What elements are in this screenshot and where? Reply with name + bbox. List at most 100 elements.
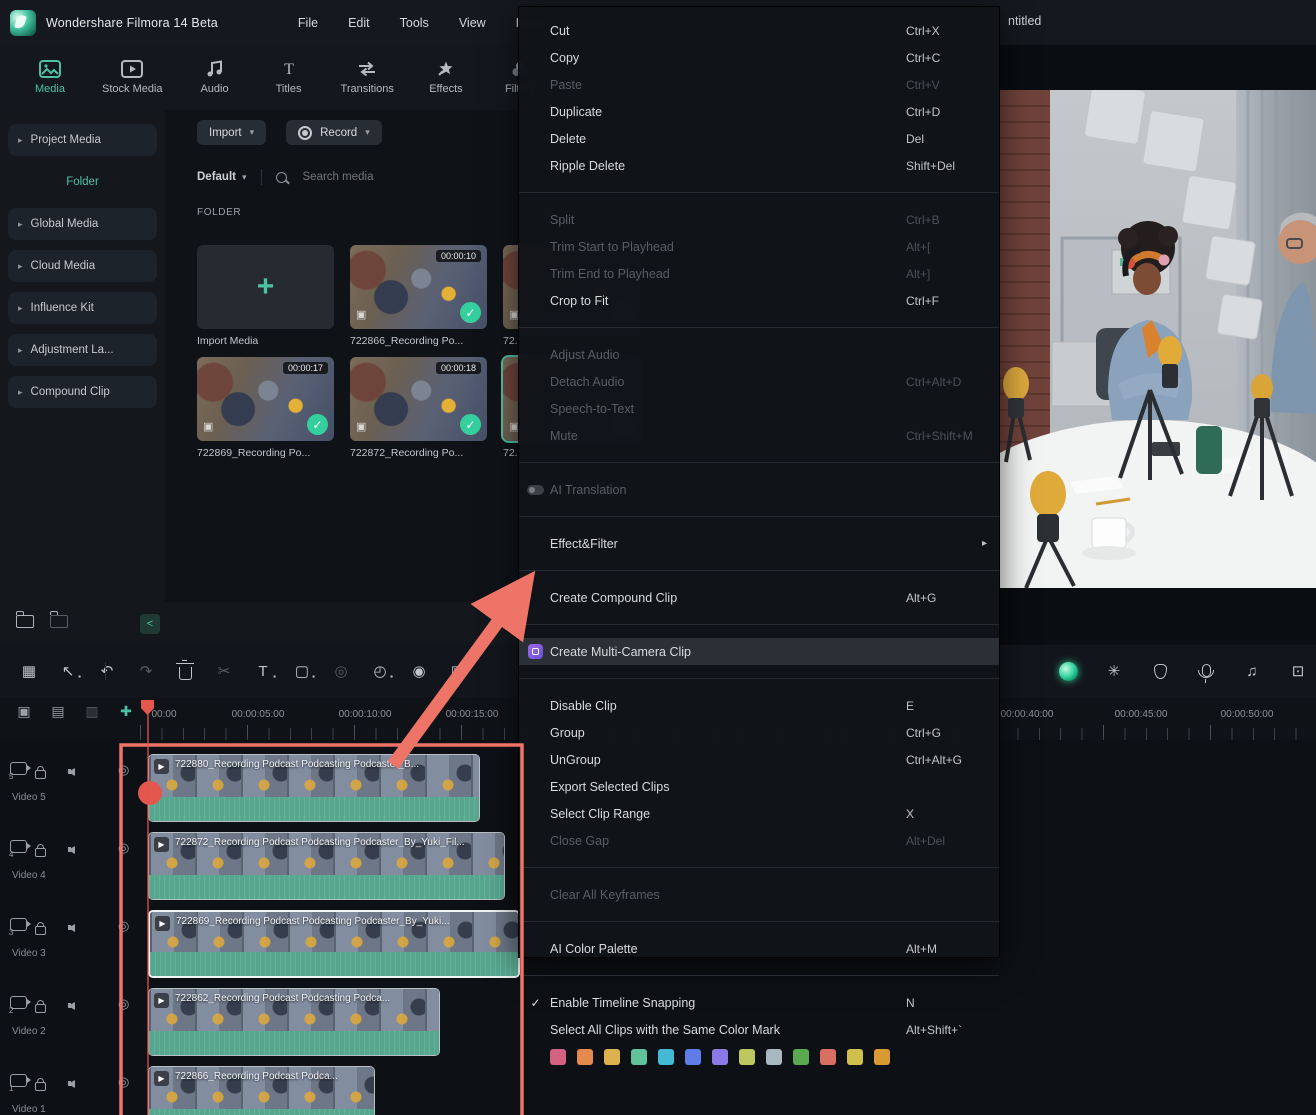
collapse-sidebar-button[interactable]: < [140,614,160,634]
menubar-item[interactable]: Tools [388,12,441,34]
menu-item-mute[interactable]: Mute Ctrl+Shift+M [519,422,999,449]
menu-item[interactable] [519,975,999,976]
speaker-icon[interactable] [68,846,75,854]
menu-item-disable-clip[interactable]: Disable Clip E [519,692,999,719]
menu-item-speech-to-text[interactable]: Speech-to-Text [519,395,999,422]
track-visibility-toggle[interactable]: ◎ [118,1074,129,1090]
menu-item-split[interactable]: Split Ctrl+B [519,206,999,233]
menubar-item[interactable]: Edit [336,12,382,34]
tab-media[interactable]: Media [28,60,72,95]
voice-icon[interactable] [1196,666,1216,677]
tab-effects[interactable]: Effects [424,60,468,95]
timeline-clip[interactable]: ▶ 722866_Recording Podcast Podca... [148,1066,375,1115]
menu-item-cut[interactable]: Cut Ctrl+X [519,17,999,44]
menu-item[interactable] [519,516,999,517]
lock-icon[interactable] [35,1082,46,1091]
redo-icon[interactable]: ↷ [136,662,156,680]
tab-titles[interactable]: T Titles [267,60,311,95]
menu-item-ai-translation[interactable]: AI Translation [519,476,999,503]
export-frame-icon[interactable]: ⊡ [1288,662,1308,680]
timeline-clip[interactable]: ▶ 722862_Recording Podcast Podcasting Po… [148,988,440,1056]
sidebar-item-compound-clip[interactable]: ▸ Compound Clip [8,376,157,408]
speaker-icon[interactable] [68,1080,75,1088]
menu-item-select-clip-range[interactable]: Select Clip Range X [519,800,999,827]
menu-item-select-all-clips-with-the-same-color-mark[interactable]: Select All Clips with the Same Color Mar… [519,1016,999,1043]
menu-item[interactable] [519,570,999,571]
link-clips-icon[interactable]: ▤ [48,703,68,720]
menu-item-trim-end-to-playhead[interactable]: Trim End to Playhead Alt+] [519,260,999,287]
menu-item-create-multi-camera-clip[interactable]: Create Multi-Camera Clip [519,638,999,665]
color-mark-swatch[interactable] [847,1049,863,1065]
timeline-clip[interactable]: ▶ 722869_Recording Podcast Podcasting Po… [148,910,520,978]
delete-icon[interactable] [175,663,195,680]
audio-music-icon[interactable]: ♫ [1242,663,1262,680]
lock-icon[interactable] [35,770,46,779]
track-visibility-toggle[interactable]: ◎ [118,918,129,934]
speed-icon[interactable]: ◴ ▪ [370,662,390,680]
sidebar-item-project-media[interactable]: ▸ Project Media [8,124,157,156]
sidebar-item-influence-kit[interactable]: ▸ Influence Kit [8,292,157,324]
new-folder-button[interactable] [16,615,34,633]
color-mark-swatch[interactable] [658,1049,674,1065]
menu-item[interactable] [519,327,999,328]
color-mark-swatch[interactable] [766,1049,782,1065]
lock-icon[interactable] [35,848,46,857]
media-filter-dropdown[interactable]: Default ▾ [197,171,247,183]
text-tool-icon[interactable]: T ▪ [253,663,273,680]
speaker-icon[interactable] [68,924,75,932]
tab-stock-media[interactable]: Stock Media [102,60,163,95]
undo-icon[interactable]: ↶ [97,662,117,680]
render-preview-icon[interactable]: ✳ [1104,662,1124,680]
chroma-key-icon[interactable]: ◎ [331,662,351,680]
color-mark-swatch[interactable] [739,1049,755,1065]
speaker-icon[interactable] [68,768,75,776]
track-visibility-toggle[interactable]: ◎ [118,840,129,856]
color-mark-swatch[interactable] [685,1049,701,1065]
split-scissors-icon[interactable]: ✂ [214,662,234,680]
color-mark-swatch[interactable] [550,1049,566,1065]
menu-item-adjust-audio[interactable]: Adjust Audio [519,341,999,368]
menu-item-ai-color-palette[interactable]: AI Color Palette Alt+M [519,935,999,962]
menu-item-ungroup[interactable]: UnGroup Ctrl+Alt+G [519,746,999,773]
media-item[interactable]: ▣ 00:00:10 ✓ 722866_Recording Po... [350,245,487,357]
menu-item-close-gap[interactable]: Close Gap Alt+Del [519,827,999,854]
color-mark-swatch[interactable] [577,1049,593,1065]
media-item[interactable]: ▣ 00:00:17 ✓ 722869_Recording Po... [197,357,334,469]
search-input[interactable] [301,170,505,184]
menubar-item[interactable]: View [447,12,498,34]
timeline-clip[interactable]: ▶ 722880_Recording Podcast Podcasting Po… [148,754,480,822]
lock-icon[interactable] [35,1004,46,1013]
lock-icon[interactable] [35,926,46,935]
color-mark-swatch[interactable] [820,1049,836,1065]
menu-item[interactable] [519,462,999,463]
crop-icon[interactable]: ▢ ▪ [292,662,312,680]
menu-item-effect-filter[interactable]: Effect&Filter ▸ [519,530,999,557]
menu-item-create-compound-clip[interactable]: Create Compound Clip Alt+G [519,584,999,611]
menu-item-copy[interactable]: Copy Ctrl+C [519,44,999,71]
duplicate-frames-icon[interactable]: ▣ [14,703,34,720]
menu-item-trim-start-to-playhead[interactable]: Trim Start to Playhead Alt+[ [519,233,999,260]
mask-icon[interactable] [1150,664,1170,679]
color-mark-swatch[interactable] [631,1049,647,1065]
menu-item-clear-all-keyframes[interactable]: Clear All Keyframes [519,881,999,908]
menu-item-group[interactable]: Group Ctrl+G [519,719,999,746]
merge-clips-icon[interactable]: ▥ [82,703,102,720]
color-mark-swatch[interactable] [793,1049,809,1065]
menu-item-export-selected-clips[interactable]: Export Selected Clips [519,773,999,800]
sidebar-item-folder[interactable]: ▸ Folder [8,166,157,198]
menu-item-enable-timeline-snapping[interactable]: Enable Timeline Snapping N [519,989,999,1016]
record-button[interactable]: Record ▾ [286,120,382,145]
select-tool-icon[interactable]: ↖ ▪ [58,662,78,680]
track-visibility-toggle[interactable]: ◎ [118,762,129,778]
menu-item-duplicate[interactable]: Duplicate Ctrl+D [519,98,999,125]
timeline-clip[interactable]: ▶ 722872_Recording Podcast Podcasting Po… [148,832,505,900]
screen-record-icon[interactable]: ▣ [448,662,468,680]
menu-item[interactable] [519,921,999,922]
speaker-icon[interactable] [68,1002,75,1010]
color-mark-swatch[interactable] [874,1049,890,1065]
import-button[interactable]: Import ▾ [197,120,266,145]
menu-item[interactable] [519,678,999,679]
delete-folder-button[interactable] [50,615,68,633]
tab-transitions[interactable]: Transitions [341,60,394,95]
ai-portrait-icon[interactable] [1058,662,1078,681]
